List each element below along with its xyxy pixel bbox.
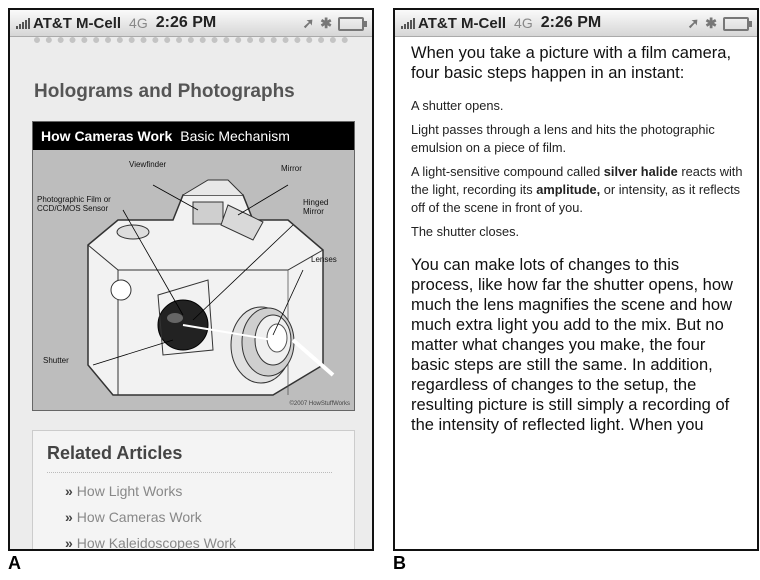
clipped-previous-text: [34, 37, 348, 53]
status-time: 2:26 PM: [155, 14, 217, 31]
camera-diagram: How Cameras Work Basic Mechanism Viewfin…: [32, 121, 355, 411]
bluetooth-icon: ✱: [705, 15, 717, 31]
intro-paragraph: When you take a picture with a film came…: [411, 44, 732, 82]
diagram-copyright: ©2007 HowStuffWorks: [289, 401, 350, 407]
step-1: A shutter opens.: [411, 98, 504, 113]
network-type: 4G: [514, 15, 533, 31]
outro-paragraph: You can make lots of changes to this pro…: [411, 256, 733, 434]
label-hinged-line1: Hinged: [303, 198, 329, 207]
status-bar: AT&T M-Cell 4G 2:26 PM ➚ ✱: [10, 10, 372, 37]
step-3: A light-sensitive compound called silver…: [411, 164, 743, 215]
label-viewfinder: Viewfinder: [129, 160, 167, 169]
step-2: Light passes through a lens and hits the…: [411, 122, 715, 155]
label-mirror: Mirror: [281, 164, 302, 173]
label-shutter: Shutter: [43, 356, 69, 365]
related-articles-box: Related Articles » How Light Works » How C…: [32, 430, 355, 551]
term-amplitude: amplitude,: [536, 182, 601, 197]
signal-strength-icon: [16, 17, 30, 29]
status-time: 2:26 PM: [540, 14, 602, 31]
panel-label-a: A: [8, 553, 21, 573]
article-body: When you take a picture with a film came…: [395, 37, 757, 435]
label-film-line1: Photographic Film or: [37, 195, 111, 204]
raquo-icon: »: [65, 535, 73, 551]
diagram-header: How Cameras Work Basic Mechanism: [33, 122, 354, 150]
battery-icon: [338, 16, 367, 31]
related-link-light[interactable]: » How Light Works: [65, 483, 354, 499]
label-film-line2: CCD/CMOS Sensor: [37, 204, 109, 213]
related-articles-title: Related Articles: [47, 443, 332, 473]
label-lenses: Lenses: [311, 255, 337, 264]
phone-screen-a: AT&T M-Cell 4G 2:26 PM ➚ ✱ Holograms and…: [8, 8, 374, 551]
bluetooth-icon: ✱: [320, 15, 332, 31]
raquo-icon: »: [65, 509, 73, 525]
diagram-subtitle: Basic Mechanism: [180, 128, 290, 144]
signal-strength-icon: [401, 17, 415, 29]
step-4: The shutter closes.: [411, 224, 520, 239]
related-link-cameras[interactable]: » How Cameras Work: [65, 509, 354, 525]
term-silver-halide: silver halide: [603, 164, 678, 179]
carrier-name: AT&T M-Cell: [33, 14, 122, 32]
label-hinged-line2: Mirror: [303, 207, 324, 216]
network-type: 4G: [129, 15, 148, 31]
phone-screen-b: AT&T M-Cell 4G 2:26 PM ➚ ✱ When you take…: [393, 8, 759, 551]
location-arrow-icon: ➚: [302, 15, 315, 31]
status-bar: AT&T M-Cell 4G 2:26 PM ➚ ✱: [395, 10, 757, 37]
camera-illustration: [87, 179, 335, 396]
diagram-title: How Cameras Work: [41, 128, 173, 144]
related-link-kaleidoscopes[interactable]: » How Kaleidoscopes Work: [65, 535, 354, 551]
location-arrow-icon: ➚: [687, 15, 700, 31]
panel-label-b: B: [393, 553, 406, 573]
battery-icon: [723, 16, 752, 31]
carrier-name: AT&T M-Cell: [418, 14, 507, 32]
raquo-icon: »: [65, 483, 73, 499]
section-title: Holograms and Photographs: [34, 81, 295, 102]
